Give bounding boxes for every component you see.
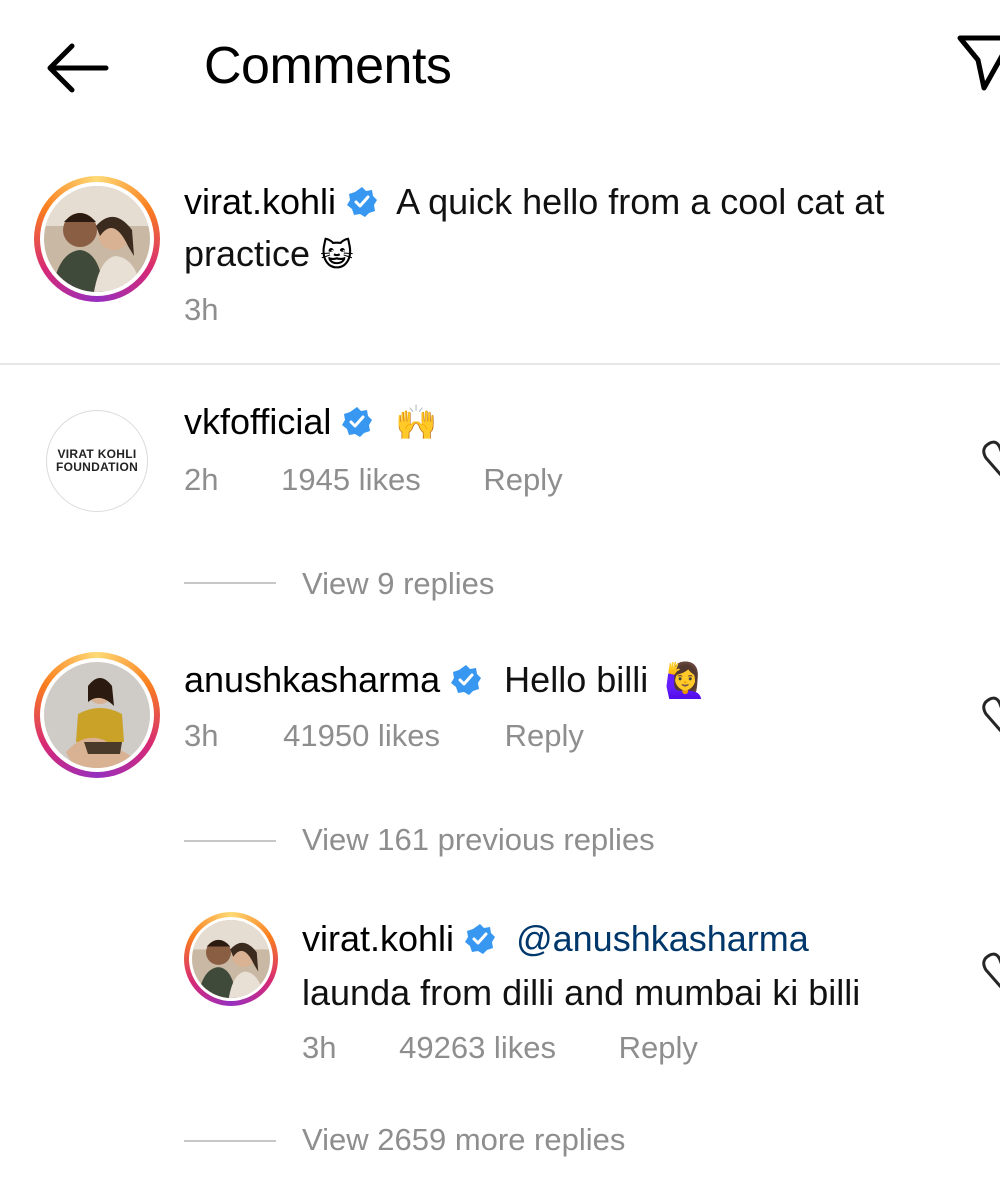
- paper-plane-icon[interactable]: [956, 30, 1000, 94]
- replies-line: [184, 1140, 276, 1142]
- view-previous-replies-link[interactable]: View 161 previous replies: [302, 822, 655, 858]
- replies-line: [184, 582, 276, 584]
- heart-icon[interactable]: [982, 694, 1000, 734]
- avatar-photo: [44, 186, 150, 292]
- avatar-photo: [192, 920, 270, 998]
- caption-avatar[interactable]: [34, 176, 160, 302]
- comment-time: 2h: [184, 462, 219, 497]
- heart-icon[interactable]: [982, 950, 1000, 990]
- foundation-logo-bottom: FOUNDATION: [55, 460, 139, 474]
- cat-emoji-icon: 😺: [320, 237, 354, 273]
- comment-username[interactable]: vkfofficial: [184, 401, 331, 442]
- comment-time: 3h: [184, 718, 219, 753]
- verified-badge-icon: [342, 407, 373, 437]
- comment-avatar-vkf[interactable]: VIRAT KOHLI FOUNDATION: [46, 410, 148, 512]
- verified-badge-icon: [347, 187, 378, 217]
- back-arrow-icon[interactable]: [40, 38, 114, 98]
- comment-username[interactable]: anushkasharma: [184, 659, 440, 700]
- verified-badge-icon: [451, 665, 482, 695]
- view-more-replies-link[interactable]: View 2659 more replies: [302, 1122, 625, 1158]
- comment-likes[interactable]: 41950 likes: [283, 718, 440, 754]
- reply-button[interactable]: Reply: [505, 718, 584, 754]
- reply-button[interactable]: Reply: [619, 1030, 698, 1066]
- caption-username[interactable]: virat.kohli: [184, 181, 336, 222]
- caption-text-line2: practice: [184, 233, 311, 274]
- replies-line: [184, 840, 276, 842]
- reply-text: launda from dilli and mumbai ki billi: [302, 972, 861, 1013]
- raising-hands-emoji-icon: 🙌: [395, 404, 438, 442]
- mention-link[interactable]: @anushkasharma: [516, 918, 809, 959]
- page-title: Comments: [204, 37, 452, 95]
- comment-text: Hello billi: [504, 659, 649, 700]
- caption-divider: [0, 363, 1000, 365]
- reply-likes[interactable]: 49263 likes: [399, 1030, 556, 1066]
- reply-username[interactable]: virat.kohli: [302, 918, 454, 959]
- reply-time: 3h: [302, 1030, 337, 1065]
- comment-likes[interactable]: 1945 likes: [281, 462, 421, 498]
- reply-button[interactable]: Reply: [483, 462, 562, 498]
- comment-avatar-anushka[interactable]: [34, 652, 160, 778]
- person-raising-hand-emoji-icon: 🙋‍♀️: [664, 662, 707, 700]
- caption-text: A quick hello from a cool cat at: [396, 181, 885, 222]
- heart-icon[interactable]: [982, 438, 1000, 478]
- reply-avatar[interactable]: [184, 912, 278, 1006]
- avatar-photo: [44, 662, 150, 768]
- verified-badge-icon: [465, 924, 496, 954]
- caption-time: 3h: [184, 292, 219, 327]
- view-replies-link[interactable]: View 9 replies: [302, 566, 494, 602]
